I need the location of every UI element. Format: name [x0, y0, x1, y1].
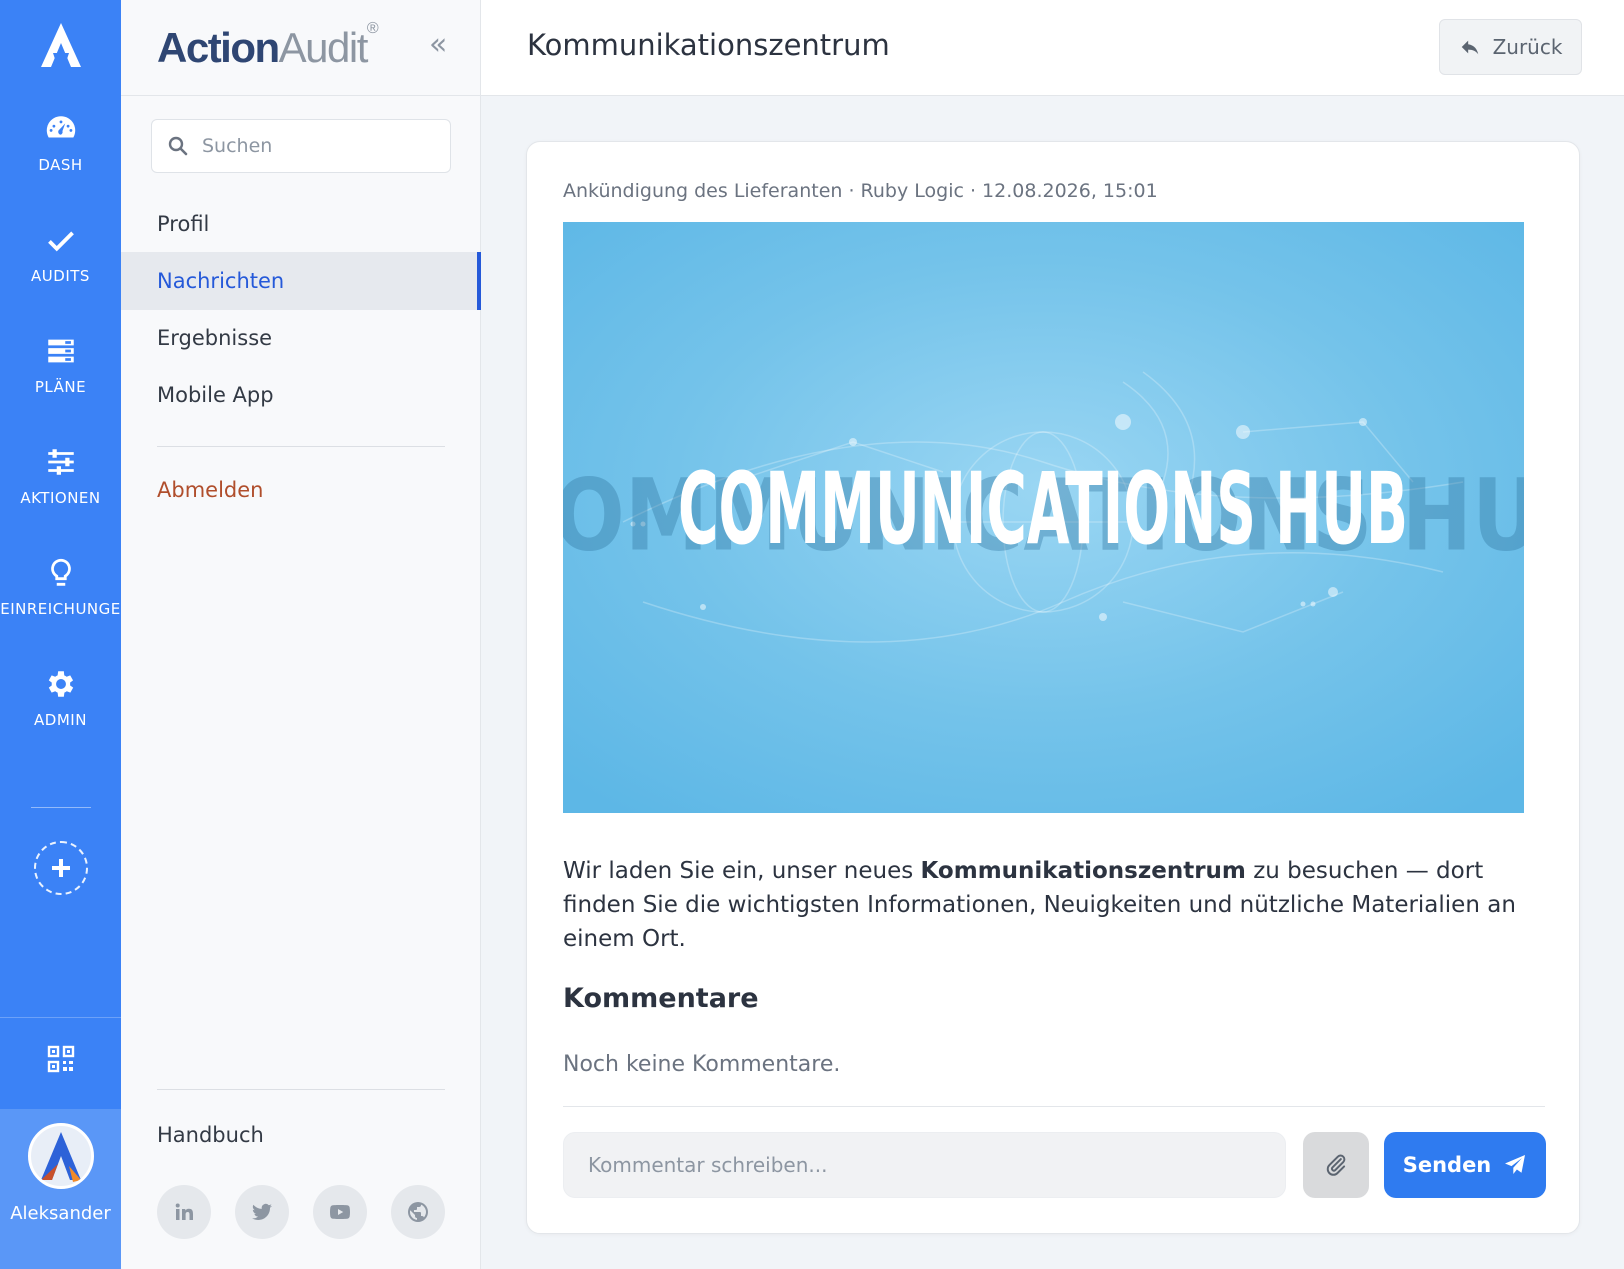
rail-item-plans[interactable]: PLÄNE	[0, 315, 121, 415]
nav-item-results[interactable]: Ergebnisse	[121, 309, 481, 367]
plus-icon	[52, 859, 70, 877]
plans-icon	[47, 339, 74, 363]
rail-item-label: PLÄNE	[34, 378, 87, 396]
linkedin-link[interactable]	[157, 1185, 211, 1239]
back-button-label: Zurück	[1492, 35, 1563, 59]
gear-icon	[48, 671, 73, 697]
user-profile[interactable]: Aleksander	[0, 1109, 121, 1269]
twitter-link[interactable]	[235, 1185, 289, 1239]
sidebar-header: ActionAudit® «	[121, 0, 481, 96]
rail-item-label: AKTIONEN	[20, 489, 101, 507]
qr-code-icon[interactable]	[47, 1045, 75, 1073]
app-logo-icon[interactable]	[0, 0, 121, 90]
manual-link[interactable]: Handbuch	[121, 1106, 481, 1164]
paper-plane-icon	[1505, 1155, 1526, 1174]
send-button-label: Senden	[1402, 1153, 1492, 1177]
message-body: Wir laden Sie ein, unser neues Kommunika…	[563, 854, 1553, 956]
avatar[interactable]	[27, 1123, 94, 1189]
youtube-link[interactable]	[313, 1185, 367, 1239]
paperclip-icon	[1326, 1154, 1346, 1176]
nav-divider	[157, 446, 445, 447]
logout-label: Abmelden	[157, 478, 264, 502]
search-input[interactable]	[202, 135, 442, 157]
nav-item-label: Nachrichten	[157, 269, 285, 293]
comments-divider	[563, 1106, 1545, 1107]
sliders-icon	[47, 449, 74, 475]
double-chevron-left-icon: «	[429, 27, 448, 62]
globe-icon	[408, 1202, 428, 1222]
message-meta: Ankündigung des Lieferanten · Ruby Logic…	[563, 180, 1158, 202]
brand-part-1: Action	[157, 24, 280, 71]
nav-item-label: Profil	[157, 212, 210, 236]
linkedin-icon	[175, 1203, 193, 1220]
nav-item-label: Mobile App	[157, 383, 274, 407]
lightbulb-icon	[50, 558, 71, 586]
reply-arrow-icon	[1461, 40, 1478, 55]
brand-part-2: Audit	[278, 24, 369, 71]
check-icon	[47, 231, 74, 252]
rail-divider	[31, 807, 91, 808]
youtube-icon	[329, 1205, 351, 1219]
rail-item-label: EINREICHUNGE	[0, 600, 121, 618]
nav-item-messages[interactable]: Nachrichten	[121, 252, 481, 310]
hero-image: COMMUNICATIONS HUB COMMUNICATIONS HUB	[563, 222, 1524, 813]
nav-item-profile[interactable]: Profil	[121, 195, 481, 253]
rail-item-label: DASH	[38, 156, 83, 174]
rail-item-submissions[interactable]: EINREICHUNGE	[0, 537, 121, 637]
rail-item-actions[interactable]: AKTIONEN	[0, 426, 121, 526]
rail-item-label: ADMIN	[34, 711, 87, 729]
avatar-logo-icon	[40, 1132, 81, 1182]
logout-link[interactable]: Abmelden	[121, 461, 481, 519]
rail-item-admin[interactable]: ADMIN	[0, 648, 121, 748]
manual-label: Handbuch	[157, 1123, 264, 1147]
rail-item-dash[interactable]: DASH	[0, 93, 121, 193]
attach-button[interactable]	[1303, 1132, 1369, 1198]
nav-bottom-divider	[157, 1089, 445, 1090]
add-button[interactable]	[34, 841, 88, 895]
back-button[interactable]: Zurück	[1439, 19, 1582, 75]
search-box[interactable]	[151, 119, 451, 173]
search-icon	[168, 136, 188, 156]
nav-item-mobile-app[interactable]: Mobile App	[121, 366, 481, 424]
collapse-sidebar-button[interactable]: «	[429, 30, 457, 64]
social-links	[157, 1185, 445, 1239]
user-name: Aleksander	[10, 1203, 111, 1224]
no-comments-text: Noch keine Kommentare.	[563, 1052, 841, 1077]
message-body-part-1: Wir laden Sie ein, unser neues	[563, 858, 921, 884]
page-title: Kommunikationszentrum	[527, 28, 890, 62]
message-card: Ankündigung des Lieferanten · Ruby Logic…	[526, 141, 1580, 1234]
hero-title: COMMUNICATIONS HUB	[678, 451, 1408, 566]
send-button[interactable]: Senden	[1384, 1132, 1546, 1198]
comments-heading: Kommentare	[563, 983, 759, 1014]
app-rail: DASH AUDITS PLÄNE AKTIONEN EINREICHUNGE …	[0, 0, 121, 1269]
rail-item-label: AUDITS	[31, 267, 90, 285]
settings-sidebar: ActionAudit® « Profil Nachrichten Ergebn…	[121, 0, 481, 1269]
twitter-icon	[252, 1203, 272, 1221]
rail-bottom-divider	[0, 1017, 121, 1018]
rail-item-audits[interactable]: AUDITS	[0, 204, 121, 304]
gauge-icon	[46, 116, 75, 138]
message-body-highlight: Kommunikationszentrum	[920, 858, 1246, 884]
brand-logo[interactable]: ActionAudit®	[157, 20, 379, 72]
nav-item-label: Ergebnisse	[157, 326, 273, 350]
brand-registered-mark: ®	[366, 20, 379, 37]
comment-input[interactable]	[563, 1132, 1286, 1198]
website-link[interactable]	[391, 1185, 445, 1239]
top-bar: Kommunikationszentrum Zurück	[481, 0, 1624, 96]
